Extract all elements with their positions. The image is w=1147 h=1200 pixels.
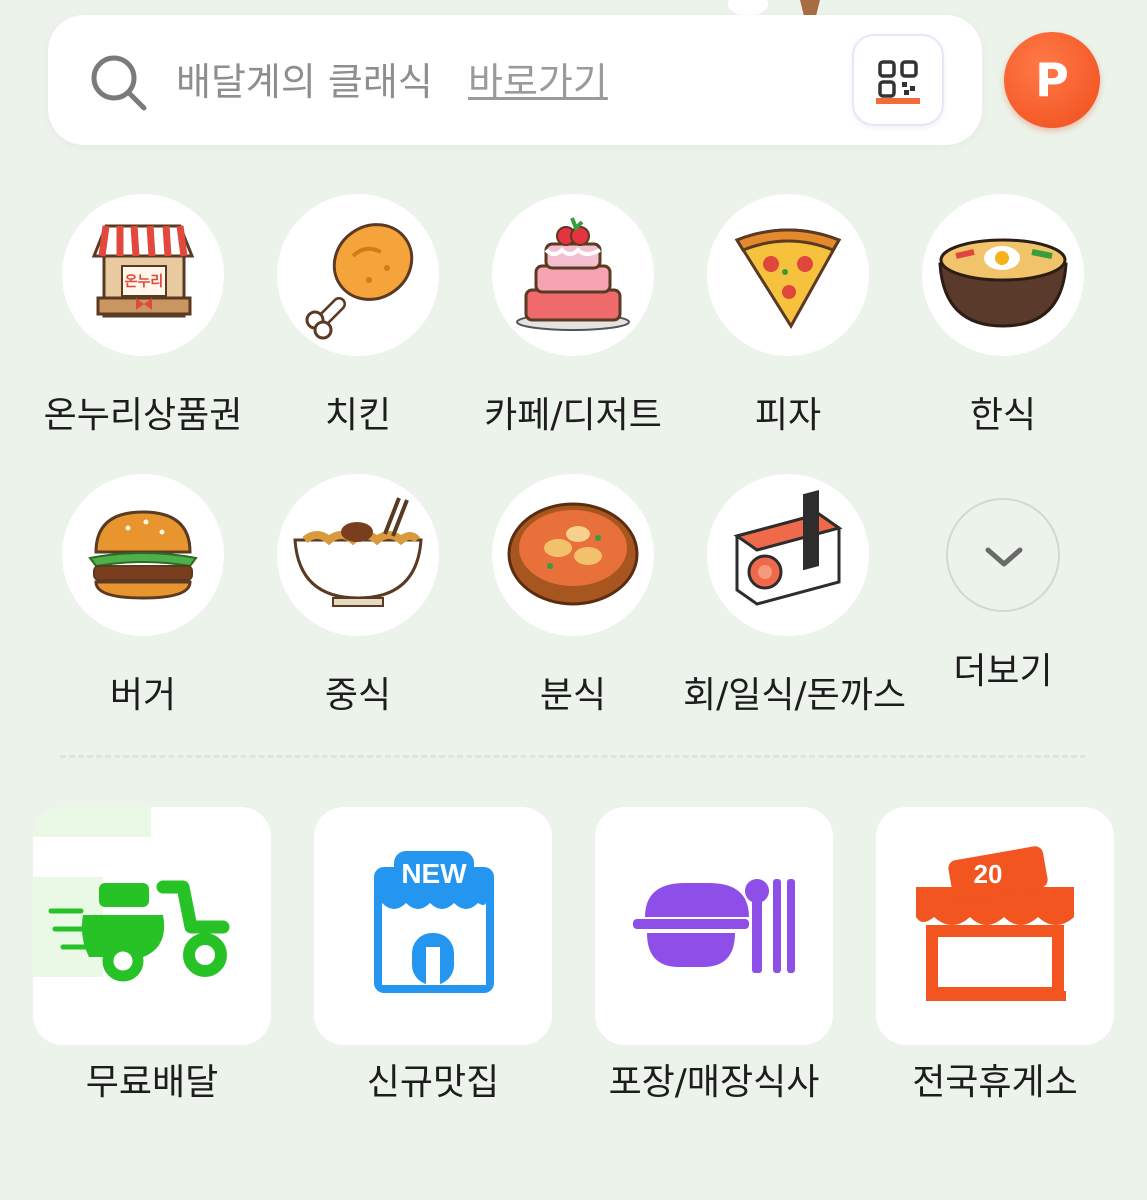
category-label: 치킨 [324,395,392,436]
category-burger[interactable]: 버거 [38,474,248,718]
category-cafe-dessert[interactable]: 카페/디저트 [468,194,678,438]
category-snack[interactable]: 분식 [468,474,678,718]
service-new-restaurants[interactable]: NEW [314,807,552,1045]
category-chicken[interactable]: 치킨 [253,194,463,438]
category-label: 온누리상품권 [43,395,243,436]
service-rest-area[interactable]: 20 [876,807,1114,1045]
tteokbokki-bowl-icon [507,502,639,606]
search-placeholder[interactable]: 배달계의 클래식 [176,56,433,108]
service-label: 신규맛집 [366,1062,500,1103]
svg-text:온누리: 온누리 [125,274,164,290]
category-label: 카페/디저트 [484,395,662,436]
category-label: 분식 [539,675,607,716]
onnuri-store-icon: 온누리 [91,224,195,318]
delivery-scooter-icon [33,807,230,982]
new-badge: NEW [401,858,467,889]
category-label: 회/일식/돈까스 [683,675,906,716]
category-chinese[interactable]: 중식 [253,474,463,718]
bibimbap-bowl-icon [938,238,1068,328]
search-icon [91,55,147,111]
category-onnuri[interactable]: 온누리 온누리상품권 [38,194,248,438]
rest-area-store-icon: 20 [916,846,1074,1001]
pizza-slice-icon [734,228,842,329]
banner-decoration [728,0,820,16]
category-korean[interactable]: 한식 [898,194,1108,438]
chicken-leg-icon [305,223,414,340]
category-japanese[interactable]: 회/일식/돈까스 [683,474,906,718]
category-label: 더보기 [953,651,1053,692]
cake-icon [516,217,630,331]
service-label: 무료배달 [85,1062,219,1103]
new-store-icon: NEW [374,851,494,993]
category-pizza[interactable]: 피자 [683,194,893,438]
service-label: 전국휴게소 [912,1062,1078,1103]
service-free-delivery[interactable] [33,807,271,1045]
category-label: 한식 [969,395,1037,436]
section-divider [60,755,1086,758]
rest-area-badge: 20 [974,859,1003,889]
sushi-icon [733,489,843,606]
burger-icon [88,510,198,600]
qr-code-icon [876,60,920,104]
category-more[interactable]: 더보기 [898,474,1108,694]
category-label: 중식 [324,675,392,716]
chevron-down-icon [985,547,1023,567]
point-button[interactable]: P [1004,32,1100,128]
service-takeout[interactable] [595,807,833,1045]
noodle-bowl-icon [293,497,423,607]
search-shortcut-link[interactable]: 바로가기 [468,56,608,108]
category-label: 피자 [754,395,822,436]
takeout-cutlery-icon [633,879,795,973]
qr-scan-button[interactable] [852,34,944,126]
service-label: 포장/매장식사 [608,1062,820,1103]
category-label: 버거 [109,675,177,716]
